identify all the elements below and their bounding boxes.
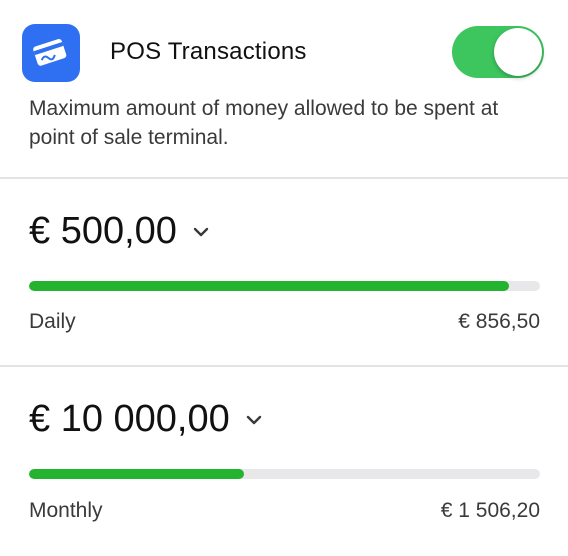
chevron-down-icon — [246, 412, 262, 430]
pos-transactions-header: POS Transactions Maximum amount of money… — [0, 0, 568, 178]
monthly-progress-bar — [29, 469, 540, 479]
daily-limit-section: € 500,00 Daily € 856,50 — [0, 179, 568, 365]
daily-limit-amount: € 500,00 — [29, 210, 177, 252]
description-text: Maximum amount of money allowed to be sp… — [29, 97, 499, 149]
page-title: POS Transactions — [110, 38, 307, 65]
toggle-knob — [494, 28, 542, 76]
credit-card-icon — [22, 24, 80, 82]
daily-period-label: Daily — [29, 310, 76, 333]
monthly-limit-amount: € 10 000,00 — [29, 398, 230, 440]
daily-spent-amount: € 856,50 — [458, 310, 540, 333]
monthly-limit-dropdown[interactable]: € 10 000,00 — [29, 396, 262, 442]
daily-progress-fill — [29, 281, 510, 291]
monthly-period-label: Monthly — [29, 499, 103, 522]
monthly-spent-amount: € 1 506,20 — [440, 499, 540, 522]
monthly-limit-section: € 10 000,00 Monthly € 1 506,20 — [0, 367, 568, 556]
chevron-down-icon — [193, 224, 209, 242]
pos-transactions-toggle[interactable] — [452, 26, 544, 78]
daily-limit-dropdown[interactable]: € 500,00 — [29, 208, 209, 254]
monthly-progress-fill — [29, 469, 244, 479]
daily-progress-bar — [29, 281, 540, 291]
